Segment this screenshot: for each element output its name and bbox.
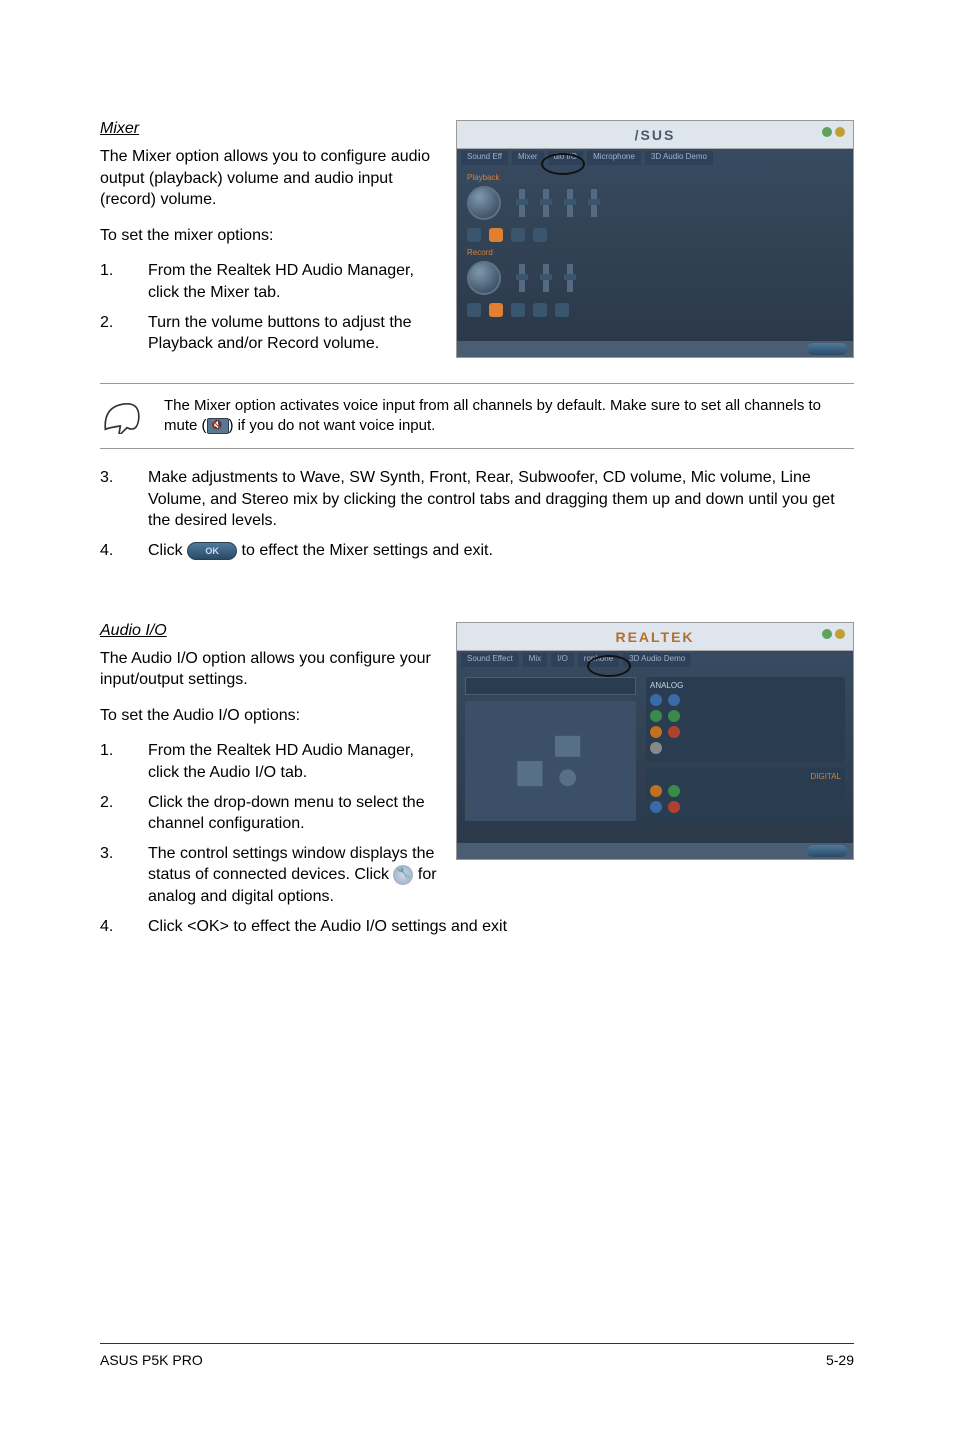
record-volume-knob (467, 261, 501, 295)
ok-button-icon: OK (187, 542, 237, 560)
note-icon (100, 396, 144, 436)
audioio-step3-a: The control settings window displays the… (148, 845, 434, 884)
note-block: The Mixer option activates voice input f… (100, 383, 854, 450)
screenshot-tabs: Sound EffectMixI/Orophone3D Audio Demo (457, 651, 853, 669)
step-number: 4. (100, 540, 148, 562)
mixer-step2: Turn the volume buttons to adjust the Pl… (148, 312, 446, 355)
audioio-screenshot: REALTEK Sound EffectMixI/Orophone3D Audi… (456, 622, 854, 860)
highlight-circle (541, 153, 585, 175)
mixer-heading: Mixer (100, 120, 446, 138)
digital-label: DIGITAL (650, 772, 841, 781)
step-number: 3. (100, 843, 148, 908)
step-number: 1. (100, 740, 148, 783)
step-number: 3. (100, 467, 148, 532)
step-number: 1. (100, 260, 148, 303)
speaker-layout-image (465, 701, 636, 821)
playback-volume-knob (467, 186, 501, 220)
screenshot-ok-button (807, 845, 847, 857)
mixer-intro: The Mixer option allows you to configure… (100, 146, 446, 211)
mixer-step4-a: Click (148, 542, 187, 559)
analog-label: ANALOG (650, 681, 841, 690)
audioio-step1: From the Realtek HD Audio Manager, click… (148, 740, 446, 783)
tool-icon (393, 865, 413, 885)
audioio-step2: Click the drop-down menu to select the c… (148, 792, 446, 835)
mixer-step1: From the Realtek HD Audio Manager, click… (148, 260, 446, 303)
step-number: 2. (100, 792, 148, 835)
footer-right: 5-29 (826, 1352, 854, 1368)
note-text-b: ) if you do not want voice input. (229, 417, 436, 434)
audioio-heading: Audio I/O (100, 622, 446, 640)
mixer-presteps: To set the mixer options: (100, 225, 446, 247)
mixer-step4-b: to effect the Mixer settings and exit. (237, 542, 493, 559)
audioio-presteps: To set the Audio I/O options: (100, 705, 446, 727)
screenshot-brand: REALTEK (457, 623, 853, 651)
channel-dropdown (465, 677, 636, 695)
screenshot-ok-button (807, 343, 847, 355)
step-number: 4. (100, 916, 148, 938)
mute-icon (207, 418, 229, 434)
footer-left: ASUS P5K PRO (100, 1352, 203, 1368)
highlight-circle (587, 655, 631, 677)
audioio-step4: Click <OK> to effect the Audio I/O setti… (148, 916, 854, 938)
step-number: 2. (100, 312, 148, 355)
mixer-step3: Make adjustments to Wave, SW Synth, Fron… (148, 467, 854, 532)
audioio-intro: The Audio I/O option allows you configur… (100, 648, 446, 691)
screenshot-brand: /SUS (457, 121, 853, 149)
screenshot-tabs: Sound EffMixerdio I/OMicrophone3D Audio … (457, 149, 853, 167)
mixer-screenshot: /SUS Sound EffMixerdio I/OMicrophone3D A… (456, 120, 854, 358)
